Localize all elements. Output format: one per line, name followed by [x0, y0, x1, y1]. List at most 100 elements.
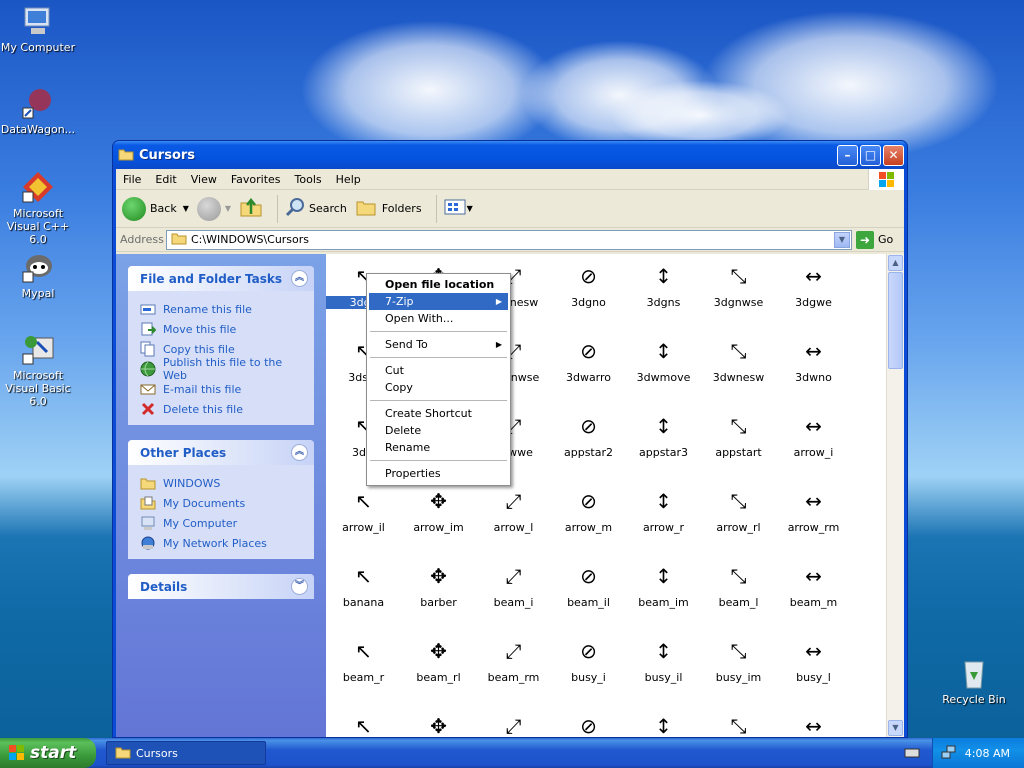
file-item[interactable]: ⊘ arrow_m [551, 481, 626, 534]
vertical-scrollbar[interactable]: ▲ ▼ [886, 254, 904, 737]
menu-help[interactable]: Help [329, 173, 368, 186]
file-item[interactable]: ⤢ beam_rm [476, 631, 551, 684]
file-item[interactable]: ⤡ arrow_rl [701, 481, 776, 534]
file-item[interactable]: ↔ 3dwno [776, 331, 851, 384]
file-item[interactable]: ↔ busy_l [776, 631, 851, 684]
scroll-thumb[interactable] [888, 272, 903, 369]
desktop-icon-visual-basic[interactable]: Microsoft Visual Basic 6.0 [0, 332, 78, 408]
file-item[interactable]: ⤡ beam_l [701, 556, 776, 609]
menu-file[interactable]: File [116, 173, 148, 186]
task-delete[interactable]: Delete this file [140, 399, 304, 419]
file-item[interactable]: ↖ arrow_il [326, 481, 401, 534]
clock[interactable]: 4:08 AM [965, 747, 1010, 760]
file-item[interactable]: ↔ arrow_i [776, 406, 851, 459]
file-item[interactable]: ⤡ [701, 706, 776, 737]
file-item[interactable]: ↖ beam_r [326, 631, 401, 684]
panel-header[interactable]: File and Folder Tasks ︽ [128, 266, 314, 291]
file-item[interactable]: ↔ 3dgwe [776, 256, 851, 309]
task-email[interactable]: E-mail this file [140, 379, 304, 399]
menu-favorites[interactable]: Favorites [224, 173, 288, 186]
menu-properties[interactable]: Properties [369, 465, 508, 482]
collapse-icon[interactable]: ︽ [291, 270, 308, 287]
minimize-button[interactable]: – [837, 145, 858, 166]
desktop-icon-mypal[interactable]: Mypal [0, 250, 78, 300]
file-item[interactable]: ⤡ 3dgnwse [701, 256, 776, 309]
chevron-down-icon[interactable]: ▼ [225, 204, 231, 213]
collapse-icon[interactable]: ︽ [291, 444, 308, 461]
forward-button[interactable]: ▼ [196, 196, 231, 221]
task-rename[interactable]: Rename this file [140, 299, 304, 319]
menu-edit[interactable]: Edit [148, 173, 183, 186]
file-item[interactable]: ↔ beam_m [776, 556, 851, 609]
menu-open-with[interactable]: Open With... [369, 310, 508, 327]
file-item[interactable]: ↕ busy_il [626, 631, 701, 684]
menu-7zip[interactable]: 7-Zip ▶ [369, 293, 508, 310]
menu-view[interactable]: View [184, 173, 224, 186]
file-item[interactable]: ⊘ beam_il [551, 556, 626, 609]
start-button[interactable]: start [0, 738, 96, 768]
address-input[interactable]: C:\WINDOWS\Cursors ▼ [166, 229, 852, 250]
file-item[interactable]: ↕ 3dgns [626, 256, 701, 309]
back-button[interactable]: Back ▼ [122, 196, 189, 221]
chevron-down-icon[interactable]: ▼ [183, 204, 189, 213]
chevron-down-icon[interactable]: ▼ [834, 231, 850, 248]
title-bar[interactable]: Cursors [113, 141, 907, 169]
file-item[interactable]: ✥ barber [401, 556, 476, 609]
menu-delete[interactable]: Delete [369, 422, 508, 439]
go-button[interactable]: ➜ Go [856, 230, 893, 249]
file-item[interactable]: ↕ [626, 706, 701, 737]
file-item[interactable]: ⤡ 3dwnesw [701, 331, 776, 384]
menu-rename[interactable]: Rename [369, 439, 508, 456]
file-item[interactable]: ⊘ appstar2 [551, 406, 626, 459]
desktop-icon-my-computer[interactable]: My Computer [0, 4, 78, 54]
file-item[interactable]: ⊘ busy_i [551, 631, 626, 684]
file-item[interactable]: ↕ arrow_r [626, 481, 701, 534]
scroll-up-icon[interactable]: ▲ [888, 255, 903, 271]
file-item[interactable]: ✥ [401, 706, 476, 737]
file-item[interactable]: ↕ 3dwmove [626, 331, 701, 384]
panel-header[interactable]: Other Places ︽ [128, 440, 314, 465]
file-item[interactable]: ↕ beam_im [626, 556, 701, 609]
place-windows[interactable]: WINDOWS [140, 473, 304, 493]
desktop-icon-recycle-bin[interactable]: Recycle Bin [934, 656, 1014, 706]
file-item[interactable]: ↖ banana [326, 556, 401, 609]
menu-open-file-location[interactable]: Open file location [369, 276, 508, 293]
file-item[interactable]: ↔ arrow_rm [776, 481, 851, 534]
search-button[interactable]: Search [284, 196, 347, 221]
file-item[interactable]: ↖ [326, 706, 401, 737]
place-my-documents[interactable]: My Documents [140, 493, 304, 513]
file-item[interactable]: ⊘ 3dgno [551, 256, 626, 309]
network-tray-icon[interactable] [941, 744, 957, 763]
file-item[interactable]: ⊘ 3dwarro [551, 331, 626, 384]
views-button[interactable]: ▼ [443, 197, 473, 220]
desktop-icon-visual-cpp[interactable]: Microsoft Visual C++ 6.0 [0, 170, 78, 246]
task-move[interactable]: Move this file [140, 319, 304, 339]
menu-create-shortcut[interactable]: Create Shortcut [369, 405, 508, 422]
file-item[interactable]: ⤢ [476, 706, 551, 737]
menu-tools[interactable]: Tools [288, 173, 329, 186]
file-item[interactable]: ⤢ beam_i [476, 556, 551, 609]
file-item[interactable]: ↕ appstar3 [626, 406, 701, 459]
menu-cut[interactable]: Cut [369, 362, 508, 379]
panel-header[interactable]: Details ︾ [128, 574, 314, 599]
chevron-down-icon[interactable]: ▼ [467, 204, 473, 213]
file-item[interactable]: ⤡ busy_im [701, 631, 776, 684]
file-item[interactable]: ✥ arrow_im [401, 481, 476, 534]
menu-send-to[interactable]: Send To ▶ [369, 336, 508, 353]
close-button[interactable]: ✕ [883, 145, 904, 166]
desktop-icon-datawagon[interactable]: DataWagon... [0, 86, 78, 136]
folders-button[interactable]: Folders [355, 196, 422, 221]
taskbar-item-cursors[interactable]: Cursors [106, 741, 266, 765]
scroll-down-icon[interactable]: ▼ [888, 720, 903, 736]
file-item[interactable]: ⊘ [551, 706, 626, 737]
up-button[interactable] [239, 195, 263, 222]
file-item[interactable]: ↔ [776, 706, 851, 737]
task-publish[interactable]: Publish this file to the Web [140, 356, 304, 382]
file-item[interactable]: ⤡ appstart [701, 406, 776, 459]
maximize-button[interactable]: □ [860, 145, 881, 166]
keyboard-icon[interactable] [904, 745, 920, 764]
file-item[interactable]: ⤢ arrow_l [476, 481, 551, 534]
menu-copy[interactable]: Copy [369, 379, 508, 396]
place-my-network[interactable]: My Network Places [140, 533, 304, 553]
file-item[interactable]: ✥ beam_rl [401, 631, 476, 684]
